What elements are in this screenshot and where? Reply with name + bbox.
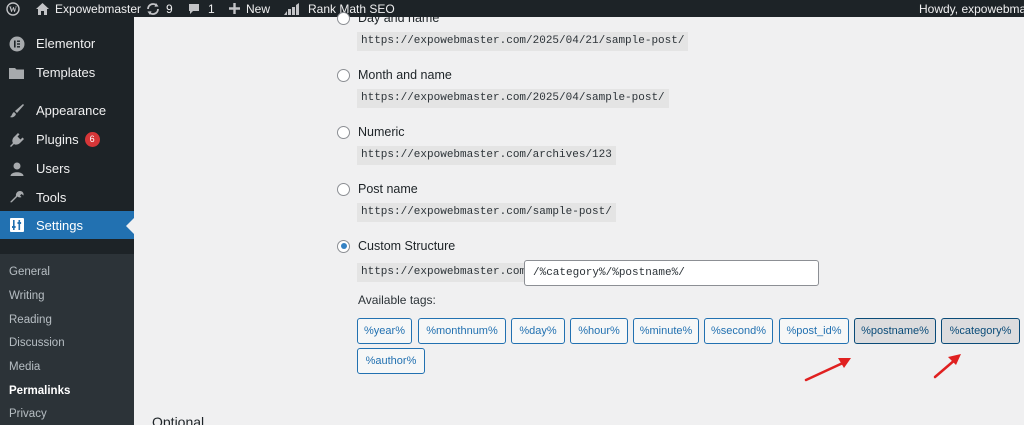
tag-button-author[interactable]: %author% xyxy=(357,348,425,374)
option-day-and-name[interactable]: Day and name xyxy=(337,11,439,25)
plug-icon xyxy=(7,130,27,150)
wordpress-logo-icon[interactable]: W xyxy=(6,0,20,17)
sidebar-item-label: Tools xyxy=(36,190,67,205)
example-url-day-and-name: https://expowebmaster.com/2025/04/21/sam… xyxy=(357,32,689,51)
option-label: Post name xyxy=(358,182,418,196)
updates-link[interactable]: 9 xyxy=(146,0,173,17)
radio-month-and-name[interactable] xyxy=(337,68,350,82)
admin-bar: W Expowebmaster 9 1 New Rank Math SEO Ho… xyxy=(0,0,1024,17)
submenu-item-privacy[interactable]: Privacy xyxy=(9,408,47,420)
sidebar-item-appearance[interactable]: Appearance xyxy=(0,96,134,125)
howdy-user-link[interactable]: Howdy, expowebmast xyxy=(919,0,1024,17)
plugins-update-badge: 6 xyxy=(84,132,100,147)
option-custom-structure[interactable]: Custom Structure xyxy=(337,239,455,253)
home-icon xyxy=(36,2,49,15)
sidebar-item-settings[interactable]: Settings xyxy=(0,211,134,239)
tag-button-day[interactable]: %day% xyxy=(511,318,565,344)
settings-submenu: General Writing Reading Discussion Media… xyxy=(0,254,134,425)
example-url-post-name: https://expowebmaster.com/sample-post/ xyxy=(357,203,616,222)
tag-button-monthnum[interactable]: %monthnum% xyxy=(418,318,506,344)
custom-structure-base-url: https://expowebmaster.com xyxy=(357,263,531,282)
tag-button-hour[interactable]: %hour% xyxy=(570,318,628,344)
available-tags-label: Available tags: xyxy=(358,293,436,307)
brush-icon xyxy=(7,101,27,121)
sidebar-item-plugins[interactable]: Plugins 6 xyxy=(0,125,134,154)
sidebar-item-label: Templates xyxy=(36,65,96,80)
option-month-and-name[interactable]: Month and name xyxy=(337,68,452,82)
radio-custom-structure[interactable] xyxy=(337,239,350,253)
rank-math-icon xyxy=(284,2,300,15)
option-label: Custom Structure xyxy=(358,239,456,253)
comments-link[interactable]: 1 xyxy=(188,0,215,17)
radio-post-name[interactable] xyxy=(337,182,350,196)
sidebar-item-templates[interactable]: Templates xyxy=(0,58,134,87)
sidebar-item-label: Settings xyxy=(36,217,83,233)
plus-icon xyxy=(229,3,240,14)
tag-button-postname[interactable]: %postname% xyxy=(854,318,936,344)
sidebar-item-tools[interactable]: Tools xyxy=(0,183,134,212)
submenu-item-media[interactable]: Media xyxy=(9,361,40,373)
svg-text:W: W xyxy=(9,5,17,14)
option-label: Numeric xyxy=(358,125,405,139)
sidebar-item-label: Appearance xyxy=(36,103,107,118)
folder-icon xyxy=(7,63,27,83)
settings-icon xyxy=(7,215,27,235)
optional-section-heading: Optional xyxy=(152,414,205,425)
custom-structure-input[interactable]: /%category%/%postname%/ xyxy=(524,260,819,286)
updates-icon xyxy=(146,2,160,15)
sidebar-item-label: Elementor xyxy=(36,36,96,51)
new-label: New xyxy=(246,1,271,16)
new-content-link[interactable]: New xyxy=(229,0,270,17)
option-label: Day and name xyxy=(358,11,440,25)
submenu-item-general[interactable]: General xyxy=(9,266,50,278)
submenu-item-writing[interactable]: Writing xyxy=(9,290,45,302)
submenu-item-permalinks[interactable]: Permalinks xyxy=(9,385,70,397)
tag-button-category[interactable]: %category% xyxy=(941,318,1020,344)
tag-button-post-id[interactable]: %post_id% xyxy=(779,318,849,344)
submenu-item-discussion[interactable]: Discussion xyxy=(9,337,65,349)
sidebar-item-users[interactable]: Users xyxy=(0,154,134,183)
example-url-numeric: https://expowebmaster.com/archives/123 xyxy=(357,146,616,165)
comments-count: 1 xyxy=(208,1,215,16)
tag-button-year[interactable]: %year% xyxy=(357,318,412,344)
tag-button-minute[interactable]: %minute% xyxy=(633,318,699,344)
submenu-item-reading[interactable]: Reading xyxy=(9,314,52,326)
sidebar-item-label: Plugins xyxy=(36,132,79,147)
comment-icon xyxy=(188,3,200,15)
tag-button-second[interactable]: %second% xyxy=(704,318,773,344)
option-post-name[interactable]: Post name xyxy=(337,182,418,196)
user-icon xyxy=(7,159,27,179)
site-name-link[interactable]: Expowebmaster xyxy=(36,0,141,17)
wrench-icon xyxy=(7,188,27,208)
option-label: Month and name xyxy=(358,68,452,82)
radio-numeric[interactable] xyxy=(337,125,350,139)
sidebar-item-elementor[interactable]: Elementor xyxy=(0,29,134,58)
elementor-icon xyxy=(7,34,27,54)
permalink-settings-panel: Day and name https://expowebmaster.com/2… xyxy=(134,11,1024,425)
example-url-month-and-name: https://expowebmaster.com/2025/04/sample… xyxy=(357,89,669,108)
option-numeric[interactable]: Numeric xyxy=(337,125,405,139)
sidebar-item-label: Users xyxy=(36,161,70,176)
updates-count: 9 xyxy=(166,1,173,16)
site-name-label: Expowebmaster xyxy=(55,1,142,16)
admin-sidebar: Elementor Templates Appearance Plugins 6… xyxy=(0,17,134,425)
radio-day-and-name[interactable] xyxy=(337,11,350,25)
